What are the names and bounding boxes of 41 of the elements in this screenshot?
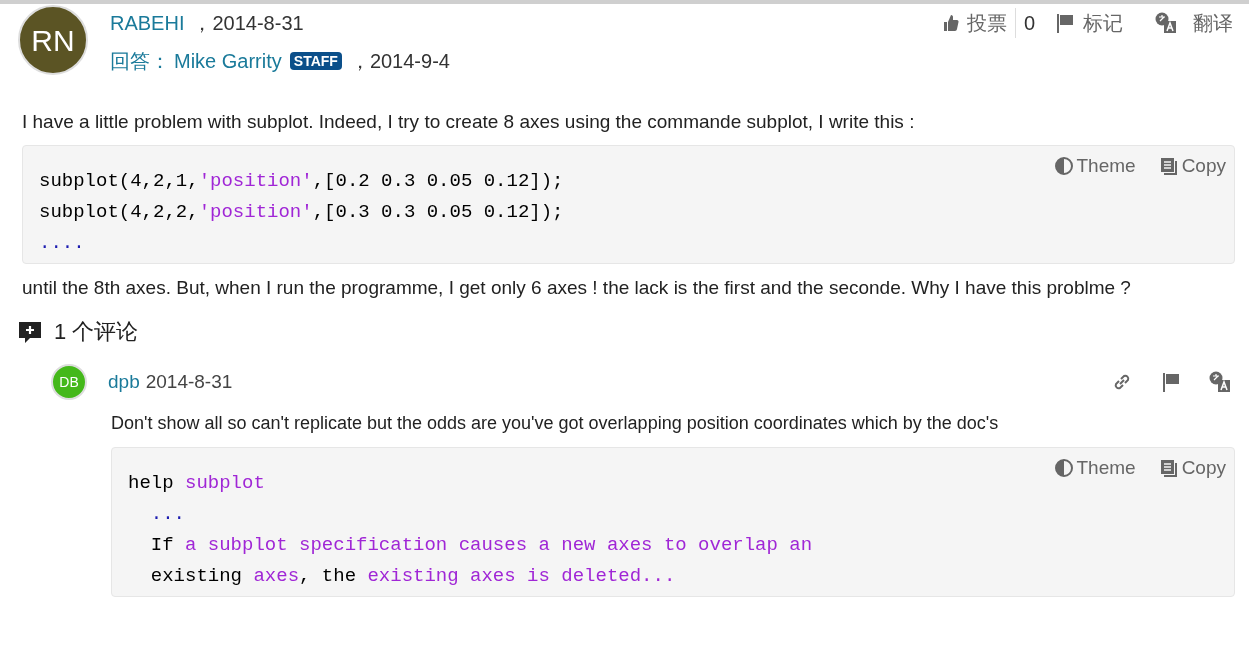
user-avatar: RN xyxy=(18,5,88,75)
author-link[interactable]: RABEHI xyxy=(110,4,185,42)
responder-link[interactable]: Mike Garrity xyxy=(174,42,282,80)
translate-button[interactable]: 翻译 xyxy=(1155,8,1233,38)
flag-button[interactable]: 标记 xyxy=(1055,8,1123,38)
flag-icon xyxy=(1055,13,1075,33)
translate-button[interactable] xyxy=(1209,371,1231,393)
code-line: subplot(4,2,2,'position',[0.3 0.3 0.05 0.12]); xyxy=(39,200,564,225)
copy-button[interactable]: Copy xyxy=(1159,452,1226,483)
staff-badge: STAFF xyxy=(289,52,342,70)
code-line: If a subplot specification causes a new axes to overlap an xyxy=(149,533,813,558)
copy-icon xyxy=(1159,458,1178,477)
thumbs-up-icon xyxy=(942,14,959,32)
paragraph: I have a little problem with subplot. Indeed, I try to create 8 axes using the commande subplot, I write this : xyxy=(22,110,916,134)
code-line: ... xyxy=(149,502,185,527)
reply-label: 回答： xyxy=(110,49,170,74)
contrast-icon xyxy=(1054,458,1073,477)
post-date: ，2014-8-31 xyxy=(192,11,304,36)
code-line: help subplot xyxy=(128,471,265,496)
flag-icon xyxy=(1161,372,1181,392)
commenter-link[interactable]: dpb xyxy=(108,367,140,397)
translate-icon xyxy=(1209,371,1231,393)
commenter-avatar: DB xyxy=(51,364,87,400)
code-line: subplot(4,2,1,'position',[0.2 0.3 0.05 0.12]); xyxy=(39,169,564,194)
copy-button[interactable]: Copy xyxy=(1159,150,1226,181)
code-line: .... xyxy=(39,231,85,256)
code-line: existing axes, the existing axes is deleted... xyxy=(149,564,676,589)
theme-button[interactable]: Theme xyxy=(1054,452,1136,483)
paragraph: Don't show all so can't replicate but the odds are you've got overlapping position coordinates which by the doc's xyxy=(111,412,1000,435)
comment-date: 2014-8-31 xyxy=(145,369,233,394)
paragraph: until the 8th axes. But, when I run the programme, I get only 6 axes ! the lack is the first and the seconde. Why I have this problme ? xyxy=(22,276,1132,300)
translate-icon xyxy=(1155,12,1177,34)
add-comment-icon xyxy=(18,319,42,344)
comments-heading: 1 个评论 xyxy=(54,318,139,346)
contrast-icon xyxy=(1054,156,1073,175)
reply-date: ，2014-9-4 xyxy=(349,49,450,74)
copy-icon xyxy=(1159,156,1178,175)
flag-button[interactable] xyxy=(1161,372,1181,392)
vote-button[interactable]: 投票 xyxy=(942,8,1007,38)
vote-count: 0 xyxy=(1014,8,1035,38)
theme-button[interactable]: Theme xyxy=(1054,150,1136,181)
